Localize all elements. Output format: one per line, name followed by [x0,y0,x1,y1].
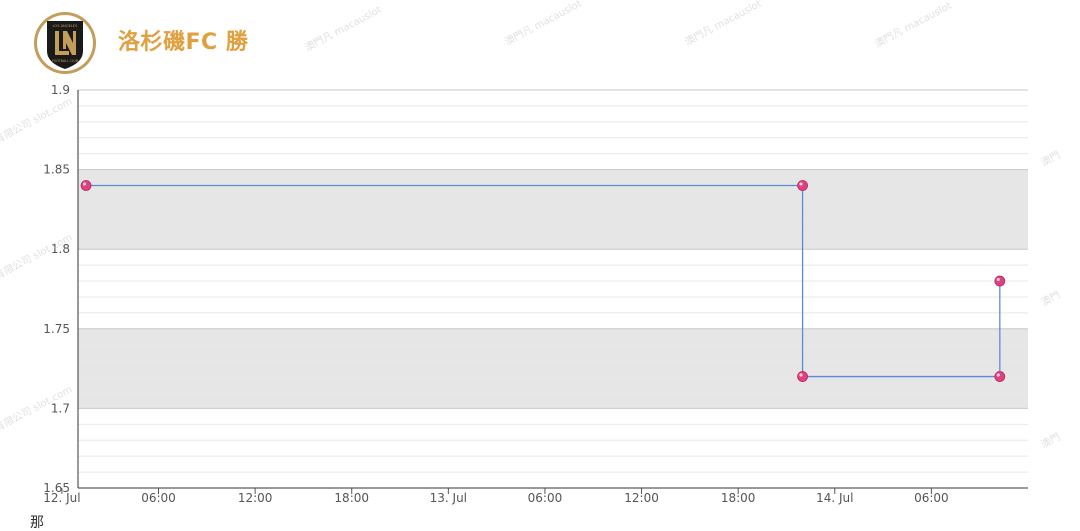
minor-gridlines [78,105,1028,473]
data-point-highlight [799,373,803,377]
x-tick-label: 06:00 [141,491,176,505]
data-point-highlight [799,182,803,186]
x-axis-labels: 12. Jul 06:00 12:00 18:00 13. Jul 06:00 12:00 1… [43,491,948,505]
y-tick-label: 1.85 [43,163,70,177]
data-point [797,180,808,191]
data-point-highlight [82,182,87,186]
x-tick-label: 18:00 [721,491,756,505]
data-point-marker [80,180,92,191]
x-tick-label: 14. Jul [816,491,853,505]
odds-line-chart: 1.651.71.751.81.851.9 12. Jul 06:00 12:00 1… [43,83,1028,505]
x-tick-label: 12. Jul [43,491,80,505]
plot-band [78,169,1028,250]
x-tick-label: 18:00 [334,491,369,505]
data-point [994,371,1006,382]
data-point [994,275,1006,287]
x-axis-ticks [61,488,932,494]
x-tick-label: 06:00 [528,491,563,505]
data-point-marker [797,371,808,382]
data-point-marker [994,275,1006,287]
plot-bands [78,169,1028,409]
data-point-marker [994,371,1006,382]
x-tick-label: 06:00 [914,491,949,505]
y-tick-label: 1.75 [43,322,70,336]
y-tick-label: 1.8 [51,242,70,256]
axes [77,90,1028,489]
data-point-highlight [996,277,1000,282]
data-point-highlight [996,373,1000,377]
data-point-marker [797,180,808,191]
x-tick-label: 12:00 [238,491,273,505]
y-axis-labels: 1.651.71.751.81.851.9 [43,83,70,495]
data-point [80,180,92,191]
major-gridlines [78,89,1028,489]
plot-band [78,328,1028,409]
data-point [797,371,808,382]
y-tick-label: 1.9 [51,83,70,97]
y-tick-label: 1.7 [51,401,70,415]
x-tick-label: 12:00 [624,491,659,505]
x-tick-label: 13. Jul [430,491,467,505]
